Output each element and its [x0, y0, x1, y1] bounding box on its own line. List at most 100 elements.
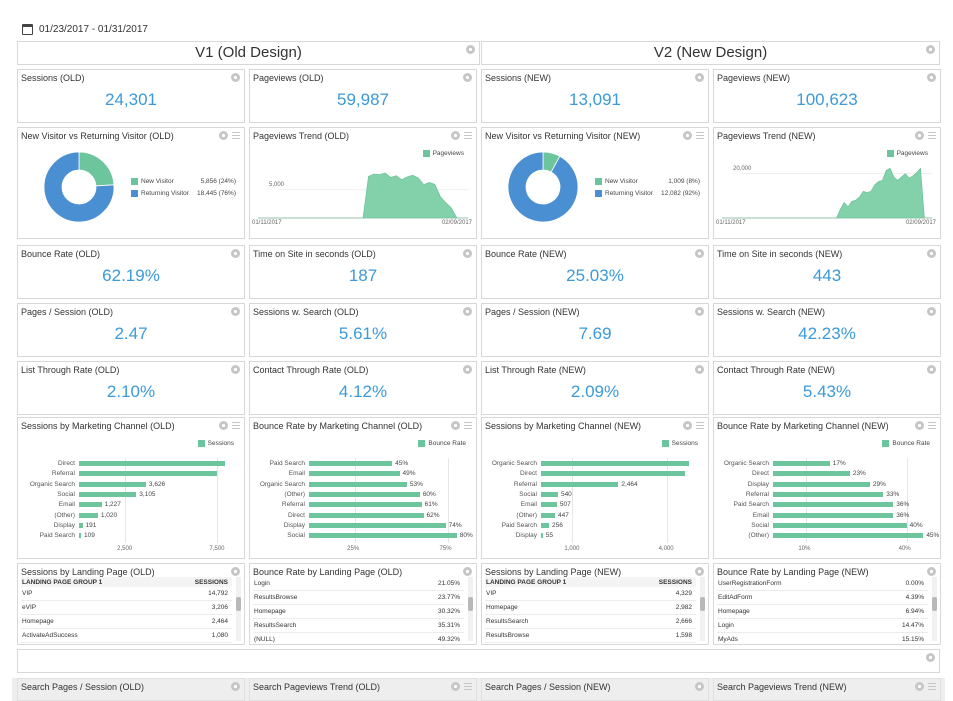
settings-gear-icon[interactable]: [451, 421, 460, 430]
scrollbar-thumb[interactable]: [932, 597, 937, 611]
bar-category-label: Social: [287, 532, 305, 540]
area-series-pageviews: [722, 167, 932, 219]
legend-label: Bounce Rate: [428, 440, 466, 447]
settings-gear-icon[interactable]: [695, 307, 704, 316]
column-header[interactable]: LANDING PAGE GROUP 1: [21, 579, 162, 586]
legend-item: Returning Visitor: [131, 190, 189, 197]
settings-gear-icon[interactable]: [219, 421, 228, 430]
table-row[interactable]: VIP 4,329: [485, 587, 696, 601]
table-row[interactable]: VIP 14,792: [21, 587, 232, 601]
settings-gear-icon[interactable]: [451, 682, 460, 691]
table-row[interactable]: Homepage 2,464: [21, 615, 232, 629]
table-row[interactable]: UserRegistrationForm 0.00%: [717, 577, 928, 591]
settings-gear-icon[interactable]: [231, 73, 240, 82]
bar-category-label: Referral: [513, 480, 537, 488]
x-tick-label-end: 02/09/2017: [441, 220, 472, 226]
bar-category-label: Paid Search: [733, 501, 769, 509]
menu-icon[interactable]: [464, 683, 472, 690]
scrollbar[interactable]: [236, 577, 241, 641]
settings-gear-icon[interactable]: [231, 249, 240, 258]
table-row[interactable]: Login 14.47%: [717, 619, 928, 633]
settings-gear-icon[interactable]: [231, 682, 240, 691]
table-row[interactable]: ResultsSearch 35.31%: [253, 619, 464, 633]
settings-gear-icon[interactable]: [695, 365, 704, 374]
table-row[interactable]: Homepage 2,982: [485, 601, 696, 615]
menu-icon[interactable]: [464, 422, 472, 429]
date-range-picker[interactable]: 01/23/2017 - 01/31/2017: [22, 20, 148, 38]
scrollbar-thumb[interactable]: [236, 597, 241, 611]
column-header[interactable]: SESSIONS: [626, 579, 696, 586]
menu-icon[interactable]: [696, 422, 704, 429]
x-tick-label: 2,500: [117, 546, 133, 553]
menu-icon[interactable]: [928, 683, 936, 690]
bar-category-label: Email: [288, 470, 305, 478]
cell-value: 14.47%: [901, 622, 924, 629]
settings-gear-icon[interactable]: [695, 567, 704, 576]
table-row[interactable]: EditAdForm 4.39%: [717, 591, 928, 605]
scrollbar[interactable]: [468, 577, 473, 641]
scrollbar[interactable]: [700, 577, 705, 641]
settings-gear-icon[interactable]: [915, 682, 924, 691]
cell-value: 1,598: [675, 632, 692, 639]
settings-gear-icon[interactable]: [231, 567, 240, 576]
bar-chart-panel: Sessions by Marketing Channel (NEW) Sessi…: [481, 417, 709, 559]
menu-icon[interactable]: [928, 422, 936, 429]
table-row[interactable]: ResultsBrowse 1,598: [485, 629, 696, 643]
menu-icon[interactable]: [232, 422, 240, 429]
bar-category-label: Social: [519, 490, 537, 498]
settings-gear-icon[interactable]: [463, 249, 472, 258]
scrollbar-thumb[interactable]: [700, 597, 705, 611]
panel-title: Search Pages / Session (NEW): [485, 682, 611, 692]
settings-gear-icon[interactable]: [927, 73, 936, 82]
scrollbar-thumb[interactable]: [468, 597, 473, 611]
settings-gear-icon[interactable]: [695, 682, 704, 691]
bar-display: [541, 533, 543, 539]
cell-label: ActivateAdSuccess: [22, 632, 78, 639]
settings-gear-icon[interactable]: [927, 249, 936, 258]
table-row[interactable]: ResultsBrowse 23.77%: [253, 591, 464, 605]
settings-gear-icon[interactable]: [926, 653, 935, 662]
settings-gear-icon[interactable]: [695, 73, 704, 82]
panel-title: New Visitor vs Returning Visitor (NEW): [485, 131, 641, 141]
table-row[interactable]: (NULL) 49.32%: [253, 633, 464, 644]
table-bounce-landing-old: Bounce Rate by Landing Page (OLD) Login 21…: [249, 563, 477, 645]
bar-value-label: 191: [85, 521, 97, 529]
settings-gear-icon[interactable]: [683, 421, 692, 430]
settings-gear-icon[interactable]: [463, 307, 472, 316]
legend-item: Sessions: [661, 440, 698, 447]
legend-item: Bounce Rate: [418, 440, 466, 447]
cell-label: Login: [718, 622, 734, 629]
menu-icon[interactable]: [696, 132, 704, 139]
settings-gear-icon[interactable]: [927, 365, 936, 374]
table-row[interactable]: Homepage 6.94%: [717, 605, 928, 619]
settings-gear-icon[interactable]: [463, 365, 472, 374]
settings-gear-icon[interactable]: [219, 131, 228, 140]
panel-title: Time on Site in seconds (OLD): [253, 249, 376, 259]
bar-category-label: (Other): [748, 532, 769, 540]
bar-referral: [541, 481, 619, 487]
donut-chart: [507, 151, 579, 223]
table-row[interactable]: ResultsSearch 2,666: [485, 615, 696, 629]
legend-swatch: [197, 440, 205, 447]
settings-gear-icon[interactable]: [683, 131, 692, 140]
column-header[interactable]: SESSIONS: [162, 579, 232, 586]
scrollbar[interactable]: [932, 577, 937, 641]
panel-title: List Through Rate (NEW): [485, 365, 586, 375]
menu-icon[interactable]: [232, 132, 240, 139]
column-header[interactable]: LANDING PAGE GROUP 1: [485, 579, 626, 586]
table-row[interactable]: ActivateAdSuccess 1,080: [21, 629, 232, 643]
settings-gear-icon[interactable]: [463, 567, 472, 576]
kpi-pageviews-old: Pageviews (OLD) 59,987: [249, 69, 477, 123]
settings-gear-icon[interactable]: [231, 307, 240, 316]
table-row[interactable]: MyAds 15.15%: [717, 633, 928, 644]
table-row[interactable]: Homepage 30.32%: [253, 605, 464, 619]
settings-gear-icon[interactable]: [927, 307, 936, 316]
settings-gear-icon[interactable]: [695, 249, 704, 258]
settings-gear-icon[interactable]: [915, 421, 924, 430]
settings-gear-icon[interactable]: [927, 567, 936, 576]
settings-gear-icon[interactable]: [463, 73, 472, 82]
table-row[interactable]: Login 21.05%: [253, 577, 464, 591]
settings-gear-icon[interactable]: [231, 365, 240, 374]
table-row[interactable]: eVIP 3,206: [21, 601, 232, 615]
design-header-title: V2 (New Design): [653, 44, 768, 61]
